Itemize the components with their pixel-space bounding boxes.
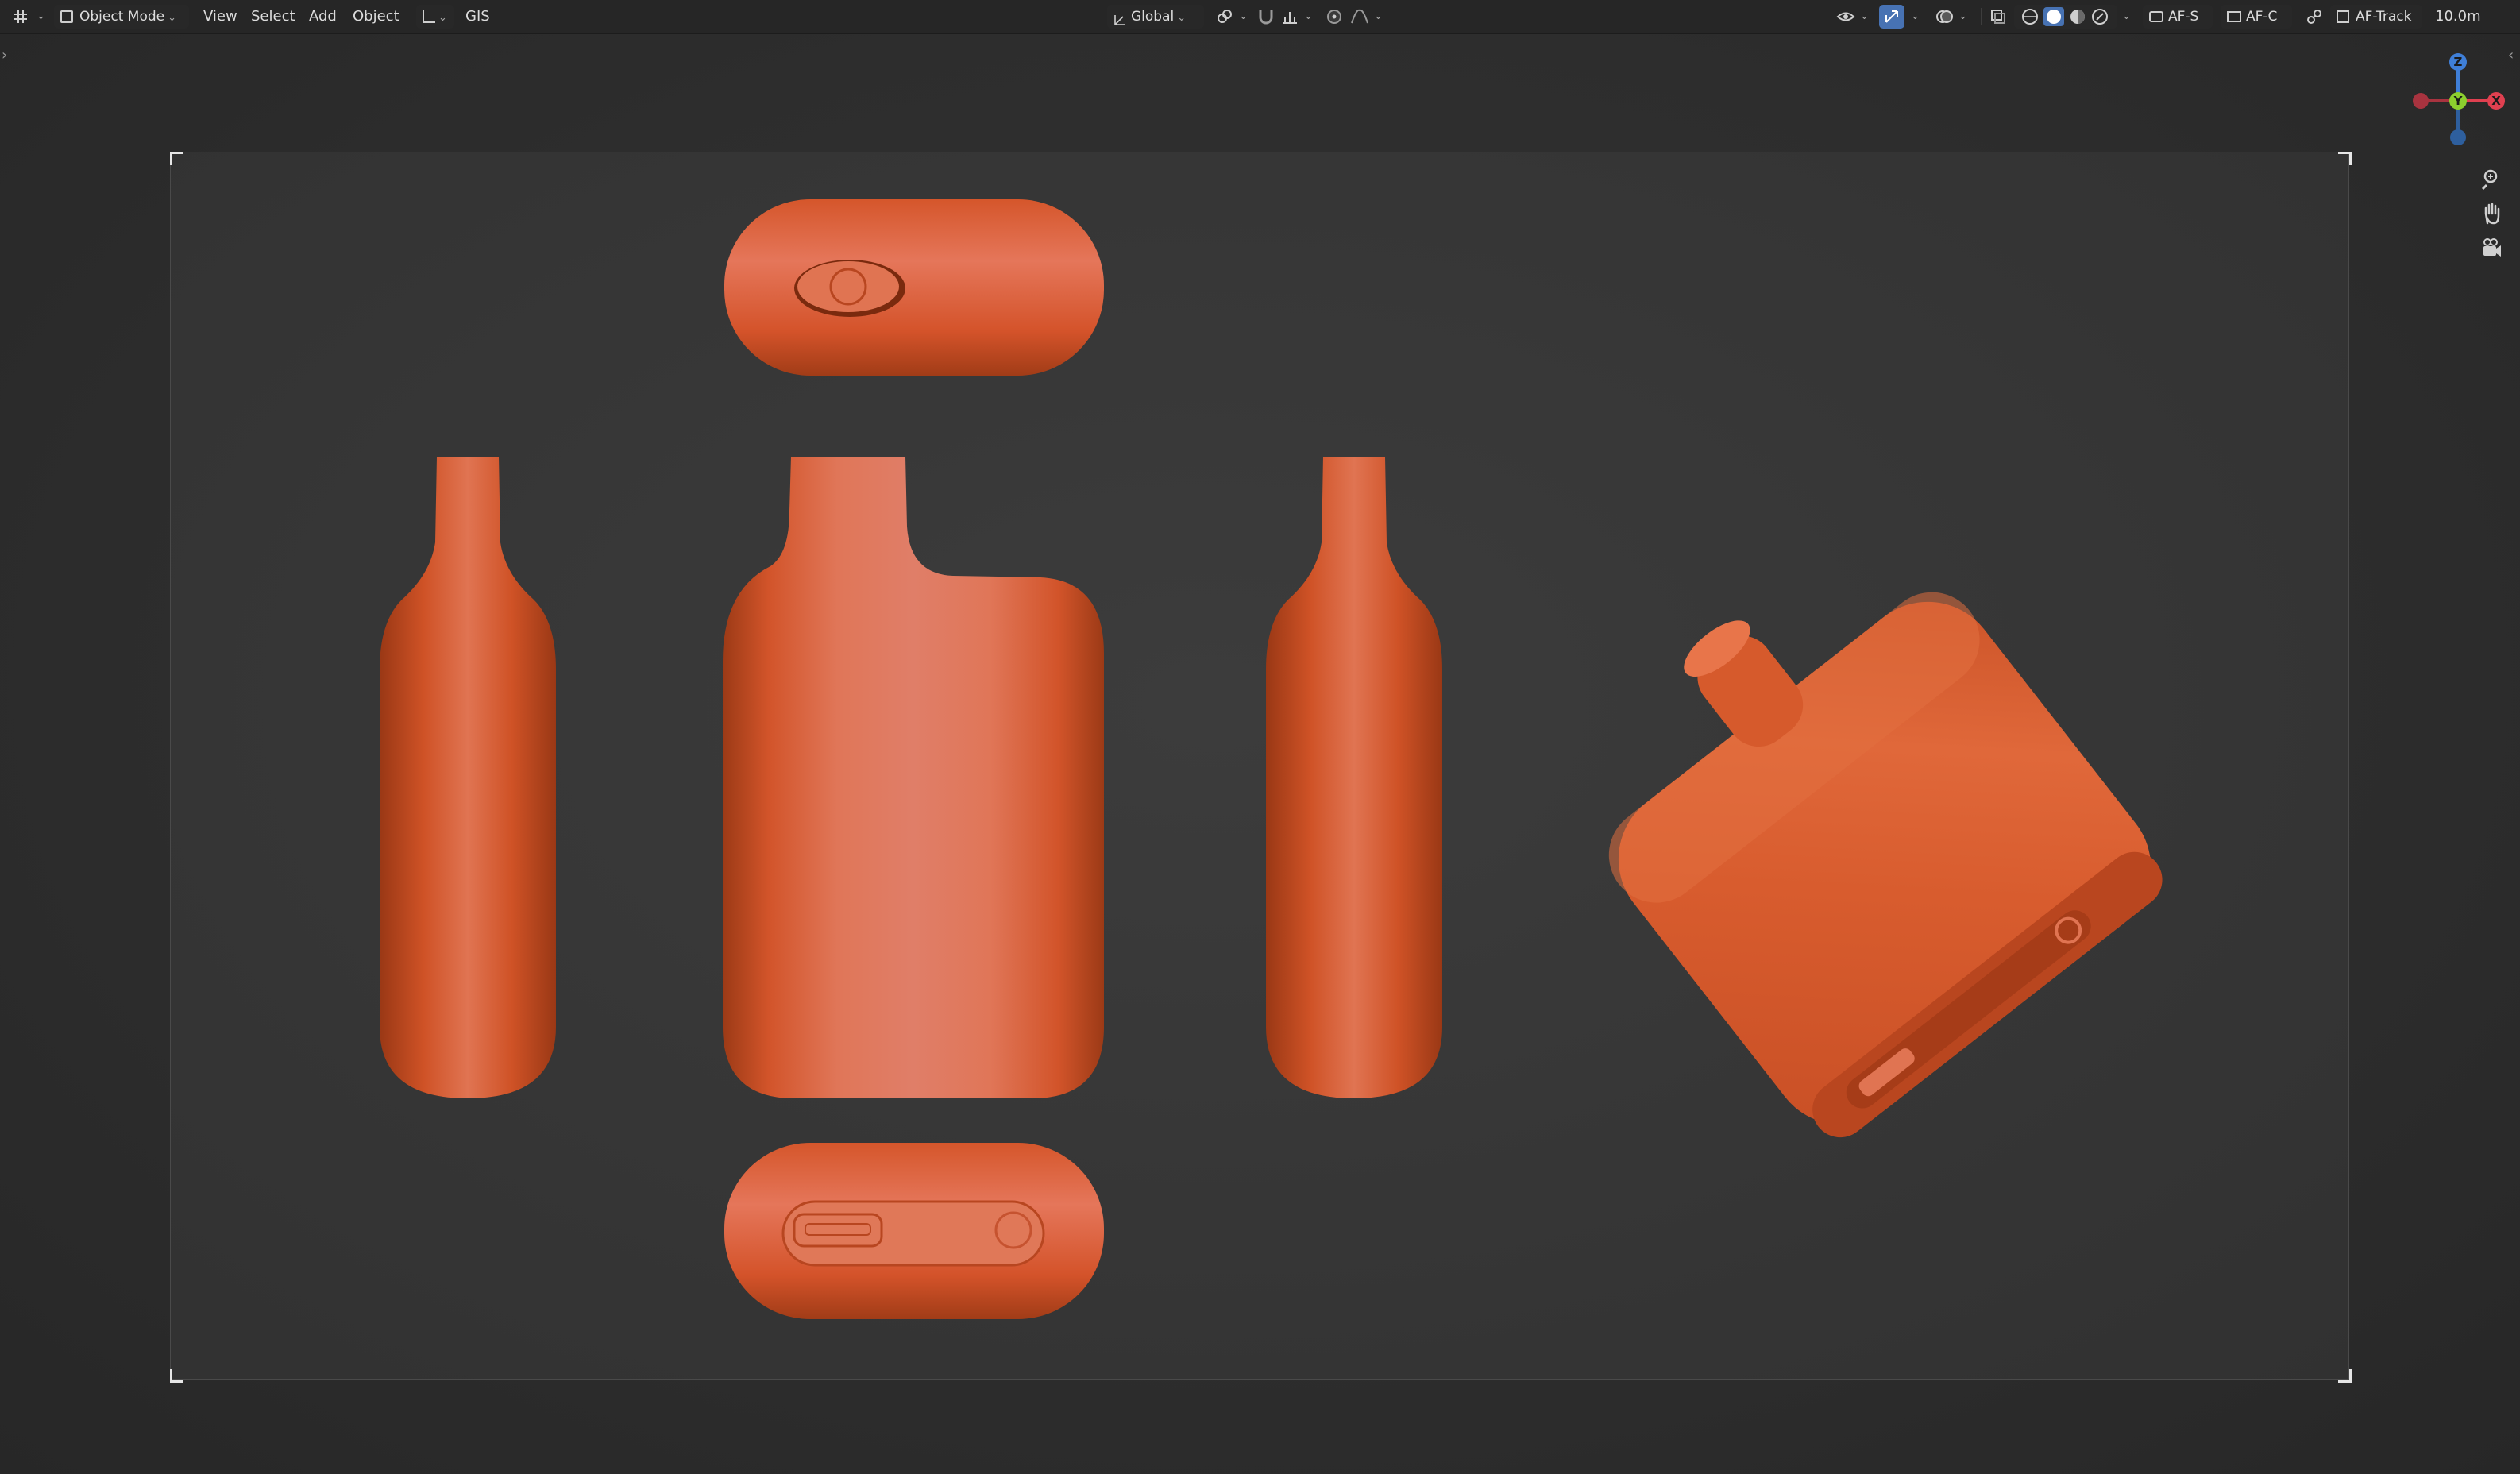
af-c-button[interactable]: AF-C <box>2221 5 2292 29</box>
transform-orientation-dropdown[interactable]: Global ⌄ <box>1107 5 1204 29</box>
gizmo-x-label: X <box>2491 94 2501 108</box>
bottom-view <box>724 1143 1104 1319</box>
falloff-icon[interactable] <box>1350 7 1369 26</box>
navigation-gizmo[interactable]: Z Y X <box>2406 44 2510 163</box>
gizmo-z-axis[interactable]: Z <box>2449 53 2467 71</box>
af-s-label: AF-S <box>2168 9 2199 25</box>
pivot-chevron-icon[interactable]: ⌄ <box>1239 5 1248 29</box>
front-view <box>723 457 1104 1098</box>
pivot-icon[interactable] <box>1215 7 1234 26</box>
clip-distance-value[interactable]: 10.0m <box>2435 5 2481 29</box>
gis-icon-dropdown[interactable]: ⌄ <box>416 5 454 29</box>
xray-icon[interactable] <box>1989 7 2008 26</box>
orientation-icon <box>1113 10 1126 25</box>
curve-icon <box>423 10 435 23</box>
model-views <box>380 199 2163 1319</box>
chevron-down-icon: ⌄ <box>1177 12 1187 24</box>
gizmo-y-label: Y <box>2453 94 2463 108</box>
gizmo-x-axis[interactable]: X <box>2487 92 2505 110</box>
menu-object[interactable]: Object <box>353 5 399 29</box>
gizmo-chevron-icon[interactable]: ⌄ <box>1911 5 1920 29</box>
camera-icon <box>2149 11 2163 22</box>
visibility-chevron-icon[interactable]: ⌄ <box>1860 5 1869 29</box>
material-shading-icon[interactable] <box>2070 10 2085 24</box>
shading-mode-group <box>2014 5 2117 29</box>
menu-select[interactable]: Select <box>251 5 295 29</box>
hand-icon[interactable] <box>2479 201 2505 226</box>
af-track-button[interactable]: AF-Track <box>2330 5 2422 29</box>
menu-view[interactable]: View <box>203 5 237 29</box>
proportional-edit-icon[interactable] <box>1325 7 1344 26</box>
shading-chevron-icon[interactable]: ⌄ <box>2122 5 2131 29</box>
gizmo-z-label: Z <box>2453 55 2463 69</box>
snap-target-icon[interactable] <box>1280 7 1299 26</box>
constraint-icon[interactable] <box>2305 7 2324 26</box>
viewport-header: ⌄ Object Mode ⌄ View Select Add Object ⌄ … <box>0 0 2520 34</box>
af-track-label: AF-Track <box>2356 9 2412 25</box>
solid-shading-icon[interactable] <box>2043 7 2064 26</box>
cube-icon <box>60 10 73 23</box>
gizmo-neg-z-axis[interactable] <box>2450 129 2466 145</box>
editor-type-icon[interactable] <box>11 7 30 26</box>
gizmo-toggle-icon <box>1885 10 1898 23</box>
gizmo-y-axis[interactable]: Y <box>2449 92 2467 110</box>
menu-add[interactable]: Add <box>309 5 337 29</box>
magnet-icon[interactable] <box>1256 7 1275 26</box>
transform-orientation-label: Global <box>1131 9 1175 25</box>
object-mode-dropdown[interactable]: Object Mode ⌄ <box>54 5 189 29</box>
gizmo-toggle-button[interactable] <box>1879 5 1904 29</box>
left-side-view <box>380 457 556 1098</box>
3d-viewport[interactable]: › ‹ Z Y X <box>0 34 2520 1474</box>
track-icon <box>2337 10 2349 23</box>
eye-icon[interactable] <box>1836 7 1855 26</box>
chevron-down-icon: ⌄ <box>438 12 447 24</box>
menu-gis[interactable]: GIS <box>465 5 490 29</box>
wireframe-shading-icon[interactable] <box>2022 9 2038 25</box>
af-c-label: AF-C <box>2246 9 2278 25</box>
zoom-icon[interactable] <box>2479 166 2505 191</box>
right-side-view <box>1266 457 1442 1098</box>
object-mode-label: Object Mode <box>79 9 165 25</box>
gizmo-neg-x-axis[interactable] <box>2413 93 2429 109</box>
snap-chevron-icon[interactable]: ⌄ <box>1304 5 1313 29</box>
top-view <box>724 199 1104 376</box>
isometric-view <box>1608 592 2163 1138</box>
chevron-down-icon: ⌄ <box>168 12 176 24</box>
editor-type-chevron-icon[interactable]: ⌄ <box>37 5 45 29</box>
header-divider <box>1981 8 1982 25</box>
frame-icon <box>2227 11 2241 22</box>
falloff-chevron-icon[interactable]: ⌄ <box>1374 5 1383 29</box>
camera-icon[interactable] <box>2479 236 2505 261</box>
overlay-icon[interactable] <box>1935 7 1954 26</box>
af-s-button[interactable]: AF-S <box>2143 5 2213 29</box>
rendered-shading-icon[interactable] <box>2092 9 2108 25</box>
overlay-chevron-icon[interactable]: ⌄ <box>1958 5 1967 29</box>
